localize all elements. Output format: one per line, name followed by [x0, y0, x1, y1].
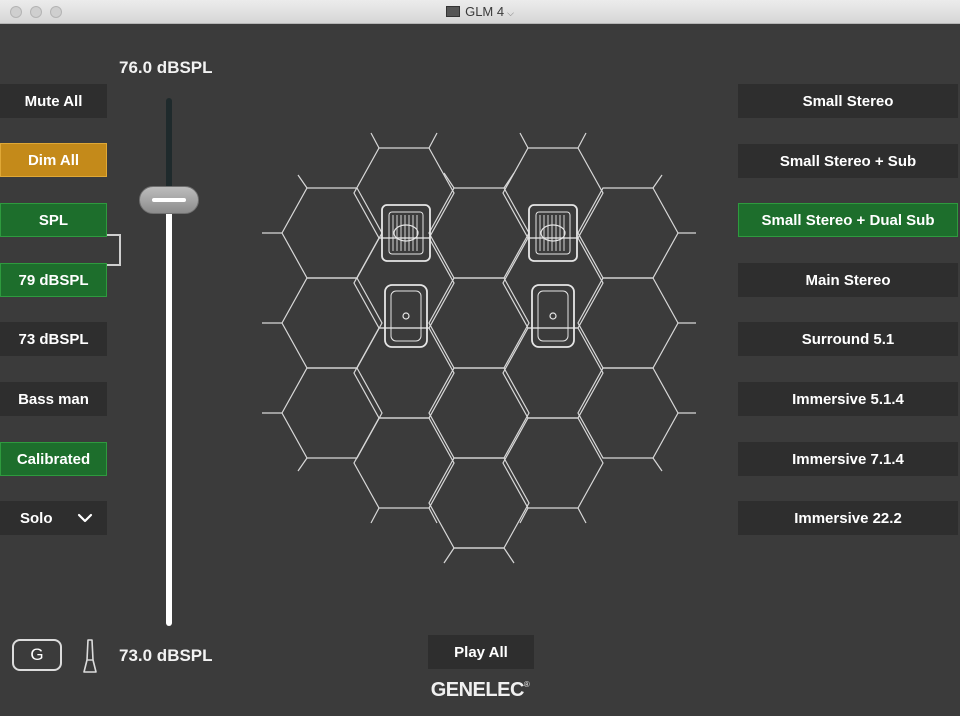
microphone-icon[interactable]: [82, 638, 98, 674]
79-dbspl-button[interactable]: 79 dBSPL: [0, 263, 107, 297]
brand-name: GENELEC: [430, 679, 525, 701]
spl-link-bracket: [107, 234, 121, 266]
speaker-layout-grid[interactable]: [258, 123, 698, 583]
layout-immersive-22-2[interactable]: Immersive 22.2: [738, 501, 958, 535]
bass-man-button[interactable]: Bass man: [0, 382, 107, 416]
genelec-logo: GENELEC®: [0, 679, 960, 702]
subwoofer-icon[interactable]: [381, 204, 431, 262]
spl-button[interactable]: SPL: [0, 203, 107, 237]
hexagon-grid: [281, 147, 679, 549]
app-icon: [446, 6, 461, 17]
subwoofer-icon[interactable]: [528, 204, 578, 262]
spl-max-value: 76.0 dBSPL: [119, 58, 213, 77]
main-panel: Mute All Dim All SPL 79 dBSPL 73 dBSPL B…: [0, 24, 960, 716]
monitor-speaker-icon[interactable]: [384, 284, 428, 348]
layout-immersive-7-1-4[interactable]: Immersive 7.1.4: [738, 442, 958, 476]
spl-current-value: 73.0 dBSPL: [119, 646, 213, 665]
g-logo-label: G: [30, 645, 44, 664]
layout-small-stereo-dual-sub[interactable]: Small Stereo + Dual Sub: [738, 203, 958, 237]
play-all-button[interactable]: Play All: [428, 635, 534, 669]
layout-surround-5-1[interactable]: Surround 5.1: [738, 322, 958, 356]
hexagon-grid-stubs: [262, 132, 696, 564]
window-title: GLM 4 ⌵: [0, 4, 960, 19]
layout-small-stereo-sub[interactable]: Small Stereo + Sub: [738, 144, 958, 178]
layout-immersive-5-1-4[interactable]: Immersive 5.1.4: [738, 382, 958, 416]
chevron-down-icon: [77, 513, 93, 523]
calibrated-button[interactable]: Calibrated: [0, 442, 107, 476]
volume-slider-track-upper[interactable]: [166, 98, 172, 198]
solo-label: Solo: [20, 509, 53, 527]
title-bar: GLM 4 ⌵: [0, 0, 960, 24]
mute-all-button[interactable]: Mute All: [0, 84, 107, 118]
73-dbspl-button[interactable]: 73 dBSPL: [0, 322, 107, 356]
solo-dropdown[interactable]: Solo: [0, 501, 107, 535]
volume-slider-thumb[interactable]: [139, 186, 199, 214]
window-title-text: GLM 4: [465, 4, 505, 19]
chevron-down-icon[interactable]: ⌵: [507, 8, 514, 18]
dim-all-button[interactable]: Dim All: [0, 143, 107, 177]
g-logo-icon[interactable]: G: [12, 639, 62, 671]
volume-slider-track[interactable]: [166, 198, 172, 626]
monitor-speaker-icon[interactable]: [531, 284, 575, 348]
layout-main-stereo[interactable]: Main Stereo: [738, 263, 958, 297]
layout-small-stereo[interactable]: Small Stereo: [738, 84, 958, 118]
registered-mark: ®: [523, 680, 530, 689]
